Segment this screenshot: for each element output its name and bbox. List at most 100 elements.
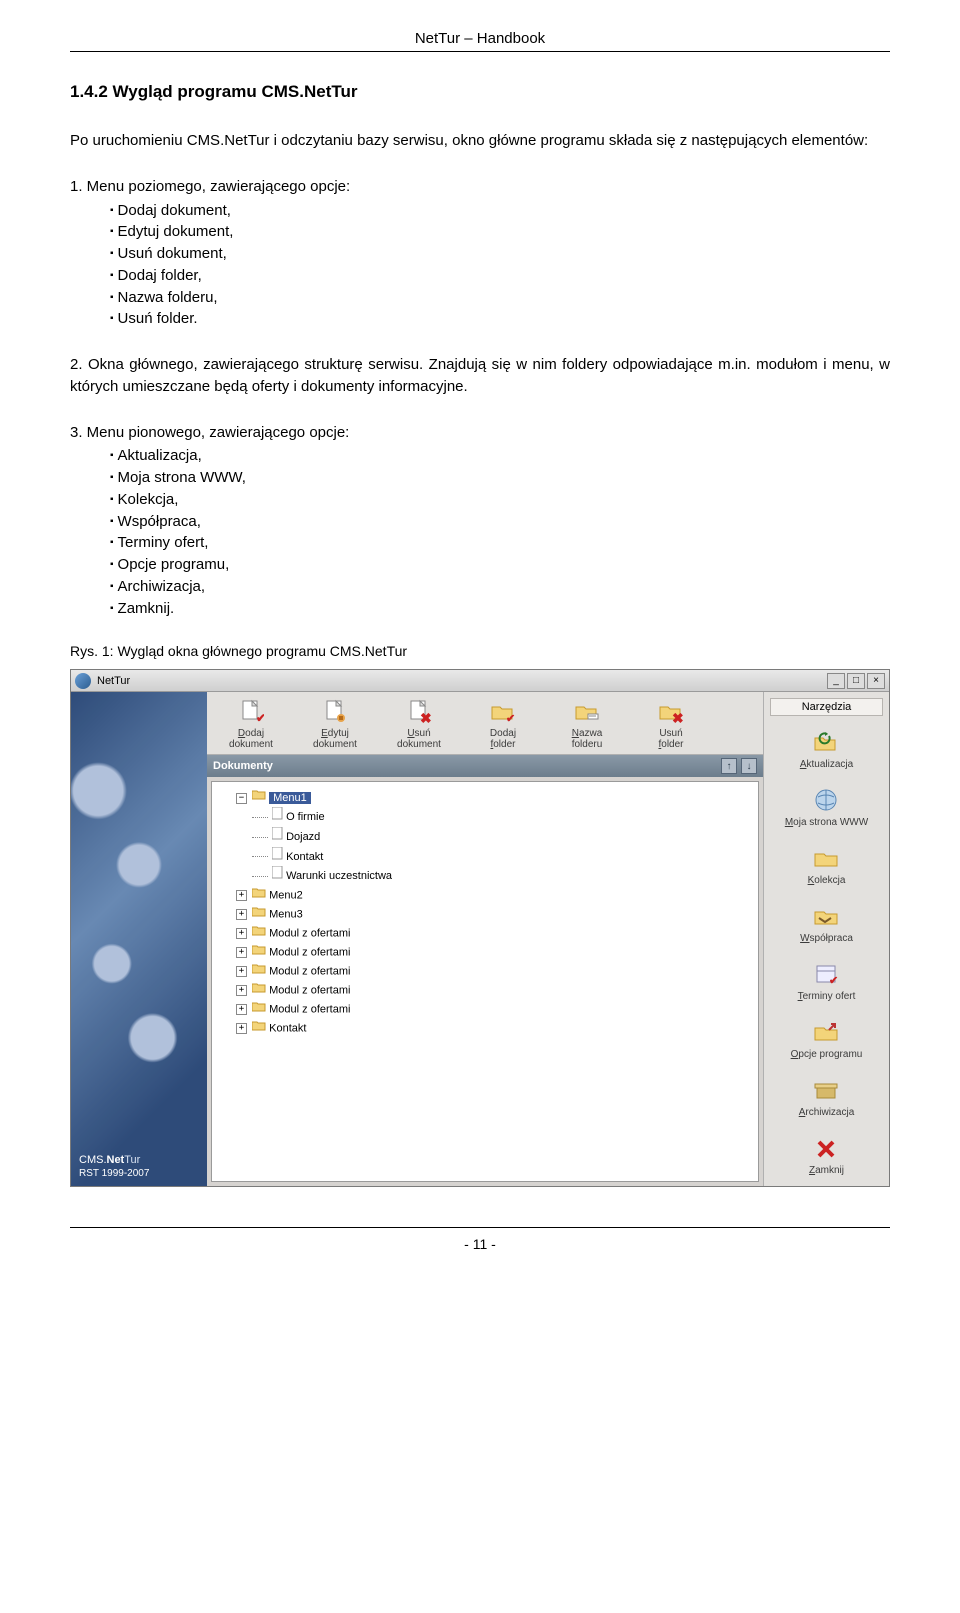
maximize-button[interactable]: □ (847, 673, 865, 689)
tree-node-child[interactable]: Kontakt (218, 847, 752, 867)
folder-icon (252, 1000, 266, 1019)
sidebar-collection-button[interactable]: Kolekcja (764, 838, 889, 896)
sidebar-terms-button[interactable]: ✔ Terminy ofert (764, 954, 889, 1012)
toolbar-delete-folder[interactable]: ✖ Usuńfolder (631, 698, 711, 750)
document-icon (272, 847, 283, 867)
document-edit-icon (321, 698, 349, 726)
toolbar: ✔ Dodajdokument Edytujdokument ✖ Usuńdok… (207, 692, 763, 755)
expand-icon[interactable]: + (236, 1023, 247, 1034)
toolbar-edit-document[interactable]: Edytujdokument (295, 698, 375, 750)
tree-node-child[interactable]: O firmie (218, 807, 752, 827)
document-add-icon: ✔ (237, 698, 265, 726)
svg-text:✖: ✖ (672, 710, 684, 725)
folder-icon (252, 905, 266, 924)
tree-node-child[interactable]: Warunki uczestnictwa (218, 866, 752, 886)
sidebar-label: Kolekcja (808, 875, 846, 886)
sidebar-options-button[interactable]: Opcje programu (764, 1012, 889, 1070)
toolbar-label: Usuńfolder (658, 728, 683, 750)
sidebar-label: Archiwizacja (799, 1107, 855, 1118)
right-rail: Narzędzia Aktualizacja Moja strona WWW K… (763, 692, 889, 1186)
list-item: Usuń folder. (110, 308, 890, 330)
tree-node[interactable]: + Menu3 (218, 905, 752, 924)
panel-header: Dokumenty ↑ ↓ (207, 755, 763, 777)
minimize-button[interactable]: _ (827, 673, 845, 689)
svg-text:✔: ✔ (256, 711, 264, 725)
tree-node[interactable]: + Kontakt (218, 1019, 752, 1038)
sidebar-refresh-button[interactable]: Aktualizacja (764, 722, 889, 780)
paragraph-2: 2. Okna głównego, zawierającego struktur… (70, 354, 890, 398)
sidebar-cooperation-button[interactable]: Współpraca (764, 896, 889, 954)
arrow-down-button[interactable]: ↓ (741, 758, 757, 774)
expand-icon[interactable]: + (236, 890, 247, 901)
panel-title: Dokumenty (213, 760, 273, 772)
list-item: Opcje programu, (110, 554, 890, 576)
sidebar-close-button[interactable]: Zamknij (764, 1128, 889, 1186)
folder-add-icon: ✔ (489, 698, 517, 726)
list-item: Zamknij. (110, 598, 890, 620)
keyboard-image (71, 692, 207, 1186)
tree-node[interactable]: + Modul z ofertami (218, 981, 752, 1000)
toolbar-add-folder[interactable]: ✔ Dodajfolder (463, 698, 543, 750)
intro-paragraph: Po uruchomieniu CMS.NetTur i odczytaniu … (70, 130, 890, 152)
refresh-icon (812, 728, 842, 756)
close-icon (812, 1134, 842, 1162)
left-footer: CMS.NetTur RST 1999-2007 (71, 1147, 207, 1186)
expand-icon[interactable]: + (236, 966, 247, 977)
sidebar-label: Terminy ofert (798, 991, 856, 1002)
tree-node[interactable]: + Modul z ofertami (218, 943, 752, 962)
doc-header: NetTur – Handbook (70, 30, 890, 47)
sidebar-archive-button[interactable]: Archiwizacja (764, 1070, 889, 1128)
document-icon (272, 827, 283, 847)
expand-icon[interactable]: + (236, 909, 247, 920)
figure-caption: Rys. 1: Wygląd okna głównego programu CM… (70, 643, 890, 659)
folder-icon (252, 943, 266, 962)
tree-node-root[interactable]: − Menu1 (218, 788, 752, 807)
expand-icon[interactable]: + (236, 985, 247, 996)
sidebar-website-button[interactable]: Moja strona WWW (764, 780, 889, 838)
expand-icon[interactable]: + (236, 947, 247, 958)
tree-node[interactable]: + Modul z ofertami (218, 962, 752, 981)
tree-node-child[interactable]: Dojazd (218, 827, 752, 847)
list-item: Nazwa folderu, (110, 287, 890, 309)
expand-icon[interactable]: + (236, 1004, 247, 1015)
tree-area[interactable]: − Menu1 O firmie Dojazd Kontakt Warunki … (211, 781, 759, 1182)
toolbar-add-document[interactable]: ✔ Dodajdokument (211, 698, 291, 750)
folder-open-icon (252, 788, 266, 807)
toolbar-rename-folder[interactable]: Nazwafolderu (547, 698, 627, 750)
list-item: Współpraca, (110, 511, 890, 533)
calendar-icon: ✔ (812, 960, 842, 988)
titlebar: NetTur _ □ × (71, 670, 889, 692)
tree-node[interactable]: + Menu2 (218, 886, 752, 905)
folder-icon (252, 1019, 266, 1038)
list1-intro: 1. Menu poziomego, zawierającego opcje: (70, 176, 890, 198)
toolbar-label: Usuńdokument (397, 728, 441, 750)
document-delete-icon: ✖ (405, 698, 433, 726)
window-title: NetTur (97, 675, 130, 687)
archive-icon (812, 1076, 842, 1104)
collapse-icon[interactable]: − (236, 793, 247, 804)
toolbar-label: Dodajfolder (490, 728, 516, 750)
tree-label-selected: Menu1 (269, 792, 311, 804)
page-number: - 11 - (70, 1236, 890, 1252)
list1: Dodaj dokument, Edytuj dokument, Usuń do… (110, 200, 890, 331)
tree-node[interactable]: + Modul z ofertami (218, 924, 752, 943)
svg-text:✔: ✔ (506, 713, 515, 725)
folder-icon (252, 962, 266, 981)
list-item: Moja strona WWW, (110, 467, 890, 489)
list-item: Terminy ofert, (110, 532, 890, 554)
expand-icon[interactable]: + (236, 928, 247, 939)
arrow-up-button[interactable]: ↑ (721, 758, 737, 774)
folder-rename-icon (573, 698, 601, 726)
folder-icon (252, 886, 266, 905)
toolbar-delete-document[interactable]: ✖ Usuńdokument (379, 698, 459, 750)
sidebar-label: Aktualizacja (800, 759, 853, 770)
globe-icon (812, 786, 842, 814)
settings-icon (812, 1018, 842, 1046)
left-rail: CMS.NetTur RST 1999-2007 (71, 692, 207, 1186)
tree-node[interactable]: + Modul z ofertami (218, 1000, 752, 1019)
sidebar-label: Współpraca (800, 933, 853, 944)
sidebar-label: Zamknij (809, 1165, 844, 1176)
close-button[interactable]: × (867, 673, 885, 689)
toolbar-label: Nazwafolderu (572, 728, 603, 750)
list-item: Kolekcja, (110, 489, 890, 511)
